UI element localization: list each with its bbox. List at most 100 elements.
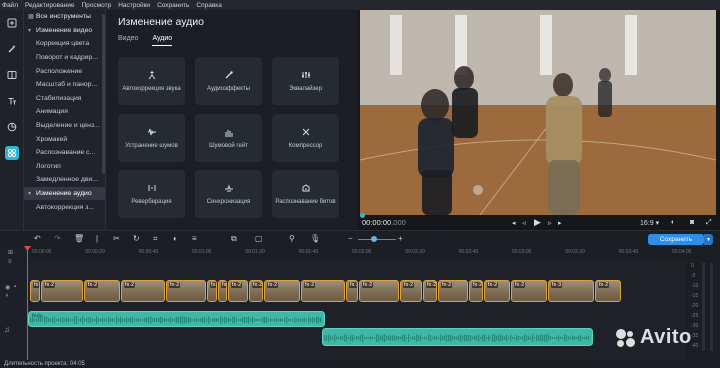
track-lock-icon[interactable]: ▪: [14, 284, 16, 290]
tool-section-audio[interactable]: ▾ Изменение аудио: [24, 186, 105, 201]
tool-item[interactable]: Логотип: [24, 160, 105, 174]
transitions-icon[interactable]: [5, 68, 19, 82]
video-clip[interactable]: fx·2: [469, 280, 483, 302]
tool-item[interactable]: Выделение и ценз...: [24, 119, 105, 133]
video-clip[interactable]: fx·2: [301, 280, 345, 302]
tool-item[interactable]: Анимация: [24, 105, 105, 119]
track-settings-icon[interactable]: ≡: [8, 259, 12, 265]
step-forward-icon[interactable]: ▹: [548, 219, 552, 227]
video-clip[interactable]: fx·2: [423, 280, 437, 302]
crop-icon[interactable]: ⌗: [153, 234, 158, 244]
add-track-icon[interactable]: ⊞: [8, 249, 13, 256]
zoom-in-icon[interactable]: +: [398, 234, 403, 243]
magic-wand-icon[interactable]: [5, 42, 19, 56]
tool-item[interactable]: Расположение: [24, 64, 105, 78]
tool-item[interactable]: Автокоррекция з...: [24, 200, 105, 214]
menu-edit[interactable]: Редактирование: [25, 2, 75, 9]
tab-video[interactable]: Видео: [118, 35, 138, 46]
stickers-icon[interactable]: [5, 120, 19, 134]
cut-icon[interactable]: ✂: [113, 234, 120, 243]
trim-icon[interactable]: ▢: [255, 234, 263, 243]
audio-clip-1[interactable]: fedu...: [28, 311, 348, 327]
volume-icon[interactable]: ◖: [670, 219, 674, 226]
waveform-bar: [284, 318, 286, 322]
undo-icon[interactable]: ↶: [34, 234, 41, 243]
tile-beat-detect[interactable]: Распознавание битов: [272, 170, 339, 218]
tile-auto-correction[interactable]: Автокоррекция звука: [118, 57, 185, 105]
redo-icon[interactable]: ↷: [54, 234, 61, 243]
video-clip[interactable]: fx·2: [359, 280, 399, 302]
tile-equalizer[interactable]: Эквалайзер: [272, 57, 339, 105]
tile-sync[interactable]: Синхронизация: [195, 170, 262, 218]
delete-icon[interactable]: 🗑: [74, 234, 84, 243]
video-clip[interactable]: fx·2: [121, 280, 165, 302]
scrubber-handle[interactable]: [360, 213, 365, 218]
track-mute-icon[interactable]: ◖: [5, 293, 9, 299]
playhead[interactable]: [27, 247, 28, 360]
tile-noise-gate[interactable]: Шумовой гейт: [195, 114, 262, 162]
menu-settings[interactable]: Настройки: [118, 2, 150, 9]
video-clip[interactable]: fx·2: [207, 280, 217, 302]
more-tools-grid-icon[interactable]: [5, 146, 19, 160]
audio-clip-icon[interactable]: ≡: [192, 234, 197, 243]
menu-save[interactable]: Сохранить: [157, 2, 189, 9]
video-clip[interactable]: fx·2: [400, 280, 422, 302]
tool-list-scrollbar[interactable]: [102, 14, 105, 174]
video-clip[interactable]: fx·2: [484, 280, 510, 302]
step-back-icon[interactable]: ◃: [522, 219, 526, 227]
video-clip[interactable]: fx·2: [438, 280, 468, 302]
tool-item[interactable]: Распознавание с...: [24, 146, 105, 160]
menu-help[interactable]: Справка: [196, 2, 222, 9]
tool-item[interactable]: Хромакей: [24, 132, 105, 146]
video-clip[interactable]: fx·2: [346, 280, 358, 302]
titles-icon[interactable]: [5, 94, 19, 108]
zoom-slider-handle[interactable]: [371, 236, 377, 242]
video-clip[interactable]: fx·2: [84, 280, 120, 302]
next-frame-icon[interactable]: ▸: [558, 219, 562, 227]
tile-audio-effects[interactable]: Аудиоэффекты: [195, 57, 262, 105]
microphone-icon[interactable]: 🎙: [310, 234, 320, 243]
rotate-icon[interactable]: ↻: [133, 234, 140, 243]
export-button[interactable]: Сохранить: [648, 234, 704, 245]
timeline-ruler[interactable]: 00:00:00 00:00:20 00:00:40 00:01:00 00:01:20…: [28, 247, 691, 259]
video-clip[interactable]: fx·2: [595, 280, 621, 302]
tool-item[interactable]: Коррекция цвета: [24, 37, 105, 51]
prev-frame-icon[interactable]: ◂: [512, 219, 516, 227]
export-dropdown-icon[interactable]: ▼: [704, 234, 713, 245]
video-clip[interactable]: fx·2: [511, 280, 547, 302]
snapshot-camera-icon[interactable]: ◙: [690, 219, 694, 226]
fullscreen-icon[interactable]: ⤢: [706, 219, 712, 227]
video-clip[interactable]: fx·2: [166, 280, 206, 302]
tool-item[interactable]: Поворот и кадрир...: [24, 51, 105, 65]
video-clip[interactable]: fx·2: [218, 280, 227, 302]
menu-file[interactable]: Файл: [2, 2, 18, 9]
transform-icon[interactable]: ⧉: [231, 234, 237, 244]
tile-compressor[interactable]: Компрессор: [272, 114, 339, 162]
play-icon[interactable]: ▶: [534, 217, 541, 228]
tile-reverb[interactable]: Реверберация: [118, 170, 185, 218]
tool-item[interactable]: Замедленное дви...: [24, 173, 105, 187]
waveform-bar: [148, 317, 150, 323]
tool-section-all[interactable]: ▦ Все инструменты: [24, 10, 105, 24]
video-clip[interactable]: fx·2: [228, 280, 248, 302]
tool-section-video[interactable]: ▾ Изменение видео: [24, 24, 105, 38]
zoom-slider[interactable]: [358, 239, 396, 240]
video-clip[interactable]: fx·2: [249, 280, 263, 302]
zoom-out-icon[interactable]: −: [348, 234, 353, 243]
video-clip[interactable]: fx·2: [30, 280, 40, 302]
video-clip[interactable]: fx·2: [264, 280, 300, 302]
tab-audio[interactable]: Аудио: [152, 35, 173, 46]
tool-item[interactable]: Стабилизация: [24, 92, 105, 106]
video-frame[interactable]: [360, 10, 716, 215]
menu-view[interactable]: Просмотр: [82, 2, 112, 9]
color-correction-icon[interactable]: ◐: [173, 234, 178, 243]
marker-pin-icon[interactable]: ⚲: [289, 234, 295, 243]
import-icon[interactable]: [5, 16, 19, 30]
aspect-ratio-select[interactable]: 16:9 ▾: [640, 219, 659, 227]
track-visible-eye-icon[interactable]: ◉: [5, 284, 10, 291]
tool-item[interactable]: Масштаб и панор...: [24, 78, 105, 92]
video-clip[interactable]: fx·3: [548, 280, 594, 302]
tile-noise-removal[interactable]: Устранение шумов: [118, 114, 185, 162]
video-clip[interactable]: fx·2: [41, 280, 83, 302]
audio-clip-2[interactable]: [322, 328, 594, 346]
